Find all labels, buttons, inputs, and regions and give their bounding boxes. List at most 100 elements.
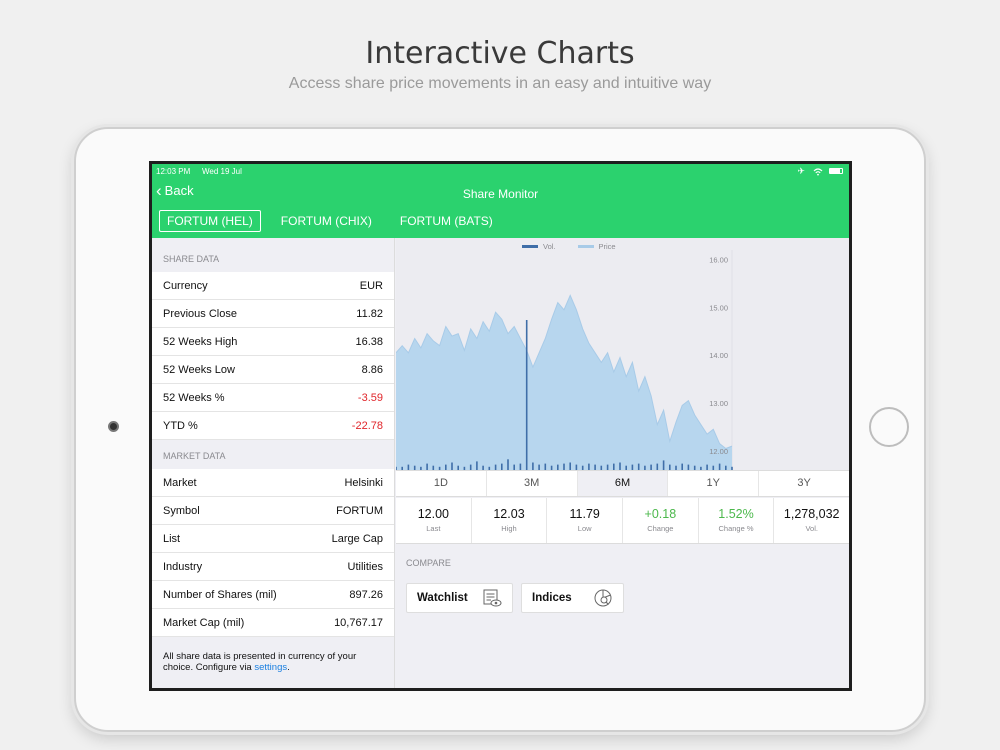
nav-title: Share Monitor bbox=[462, 187, 539, 201]
row-number-of-shares: Number of Shares (mil) 897.26 bbox=[152, 581, 394, 609]
hero-title: Interactive Charts bbox=[365, 36, 635, 71]
row-previous-close: Previous Close 11.82 bbox=[152, 300, 394, 328]
stat-high: 12.03 High bbox=[472, 498, 548, 543]
row-label: Market Cap (mil) bbox=[163, 616, 245, 629]
price-chart[interactable]: 16.00 15.00 14.00 13.00 12.00 Vol. Price bbox=[396, 238, 849, 470]
row-value: EUR bbox=[359, 279, 383, 292]
row-symbol: Symbol FORTUM bbox=[152, 497, 394, 525]
row-label: Industry bbox=[163, 560, 203, 573]
row-value: Helsinki bbox=[344, 476, 383, 489]
data-panel: SHARE DATA Currency EUR Previous Close 11.… bbox=[152, 238, 395, 688]
stat-value: 11.79 bbox=[569, 507, 600, 521]
status-date: Wed 19 Jul bbox=[202, 167, 242, 176]
range-6m[interactable]: 6M bbox=[577, 471, 669, 496]
stat-value: +0.18 bbox=[644, 507, 677, 521]
volume-bar bbox=[525, 320, 528, 470]
range-3y[interactable]: 3Y bbox=[759, 471, 849, 496]
row-52-weeks-high: 52 Weeks High 16.38 bbox=[152, 328, 394, 356]
volume-bar bbox=[507, 459, 509, 470]
row-label: 52 Weeks % bbox=[163, 391, 225, 404]
status-time: 12:03 PM bbox=[156, 167, 191, 176]
volume-bar bbox=[619, 462, 621, 470]
row-label: Previous Close bbox=[163, 307, 237, 320]
row-industry: Industry Utilities bbox=[152, 553, 394, 581]
row-label: Symbol bbox=[163, 504, 200, 517]
volume-bar bbox=[532, 462, 534, 470]
row-label: 52 Weeks High bbox=[163, 335, 238, 348]
row-market-cap: Market Cap (mil) 10,767.17 bbox=[152, 609, 394, 637]
stat-label: Change bbox=[647, 524, 674, 533]
indices-button[interactable]: Indices bbox=[521, 583, 624, 613]
battery-icon bbox=[829, 167, 843, 174]
price-area bbox=[396, 295, 732, 470]
airplane-icon: ✈ bbox=[797, 166, 808, 176]
watchlist-label: Watchlist bbox=[417, 592, 468, 604]
row-list: List Large Cap bbox=[152, 525, 394, 553]
row-label: Market bbox=[163, 476, 197, 489]
home-button[interactable] bbox=[869, 407, 909, 447]
y-tick-label: 16.00 bbox=[709, 256, 728, 265]
watchlist-button[interactable]: Watchlist bbox=[406, 583, 513, 613]
stat-label: Low bbox=[577, 524, 592, 533]
range-1d[interactable]: 1D bbox=[396, 471, 487, 496]
row-52-weeks-pct: 52 Weeks % -3.59 bbox=[152, 384, 394, 412]
y-tick-label: 13.00 bbox=[709, 399, 728, 408]
volume-bar bbox=[662, 460, 665, 470]
price-chart-svg: 16.00 15.00 14.00 13.00 12.00 bbox=[396, 250, 733, 470]
y-tick-label: 15.00 bbox=[709, 303, 728, 312]
stat-value: 1,278,032 bbox=[783, 507, 840, 521]
legend-item-volume: Vol. bbox=[522, 242, 556, 251]
price-stats: 12.00 Last 12.03 High 11.79 Low +0.18 Change… bbox=[396, 498, 849, 544]
app: 12:03 PM Wed 19 Jul ✈ ‹ Back Share Monit… bbox=[152, 164, 849, 688]
compare-header: COMPARE bbox=[406, 558, 451, 568]
footnote: All share data is presented in currency … bbox=[152, 637, 394, 673]
row-value: -3.59 bbox=[357, 391, 383, 404]
row-label: List bbox=[163, 532, 181, 545]
wifi-icon bbox=[814, 168, 823, 176]
y-tick-label: 12.00 bbox=[709, 447, 728, 456]
chart-panel: 16.00 15.00 14.00 13.00 12.00 Vol. Price 1D … bbox=[396, 238, 849, 688]
stat-value: 12.00 bbox=[417, 507, 449, 521]
stat-last: 12.00 Last bbox=[396, 498, 472, 543]
row-ytd-pct: YTD % -22.78 bbox=[152, 412, 394, 440]
tab-fortum-hel[interactable]: FORTUM (HEL) bbox=[159, 210, 261, 232]
legend-swatch-volume bbox=[522, 245, 538, 248]
volume-bar bbox=[569, 462, 571, 470]
row-label: Number of Shares (mil) bbox=[163, 588, 277, 601]
row-value: Utilities bbox=[347, 560, 383, 573]
row-label: Currency bbox=[163, 279, 208, 292]
row-value: FORTUM bbox=[336, 504, 383, 517]
row-label: YTD % bbox=[163, 419, 198, 432]
legend-item-price: Price bbox=[577, 242, 616, 251]
row-value: 16.38 bbox=[355, 335, 383, 348]
indices-label: Indices bbox=[532, 592, 572, 604]
stat-change-pct: 1.52% Change % bbox=[699, 498, 775, 543]
row-market: Market Helsinki bbox=[152, 469, 394, 497]
tab-fortum-bats[interactable]: FORTUM (BATS) bbox=[392, 210, 501, 232]
status-icons: ✈ bbox=[797, 166, 843, 177]
row-label: 52 Weeks Low bbox=[163, 363, 235, 376]
navbar: 12:03 PM Wed 19 Jul ✈ ‹ Back Share Monit… bbox=[152, 164, 849, 238]
stat-change: +0.18 Change bbox=[623, 498, 699, 543]
volume-bar bbox=[451, 462, 453, 470]
legend-label: Price bbox=[598, 242, 616, 251]
stat-label: Last bbox=[426, 524, 441, 533]
status-bar: 12:03 PM Wed 19 Jul ✈ bbox=[156, 166, 843, 179]
stat-value: 1.52% bbox=[718, 507, 754, 521]
row-value: -22.78 bbox=[351, 419, 383, 432]
row-currency: Currency EUR bbox=[152, 272, 394, 300]
tab-fortum-chix[interactable]: FORTUM (CHIX) bbox=[273, 210, 380, 232]
stat-label: High bbox=[501, 524, 517, 533]
row-value: 11.82 bbox=[356, 307, 383, 320]
legend-label: Vol. bbox=[543, 242, 556, 251]
market-data-header: MARKET DATA bbox=[163, 451, 226, 461]
row-value: 8.86 bbox=[361, 363, 383, 376]
y-tick-label: 14.00 bbox=[709, 351, 728, 360]
row-52-weeks-low: 52 Weeks Low 8.86 bbox=[152, 356, 394, 384]
row-value: 10,767.17 bbox=[334, 616, 383, 629]
range-1y[interactable]: 1Y bbox=[668, 471, 760, 496]
range-3m[interactable]: 3M bbox=[487, 471, 578, 496]
settings-link[interactable]: settings bbox=[254, 662, 287, 673]
chart-legend: Vol. Price bbox=[522, 242, 616, 251]
stat-label: Vol. bbox=[805, 524, 818, 533]
